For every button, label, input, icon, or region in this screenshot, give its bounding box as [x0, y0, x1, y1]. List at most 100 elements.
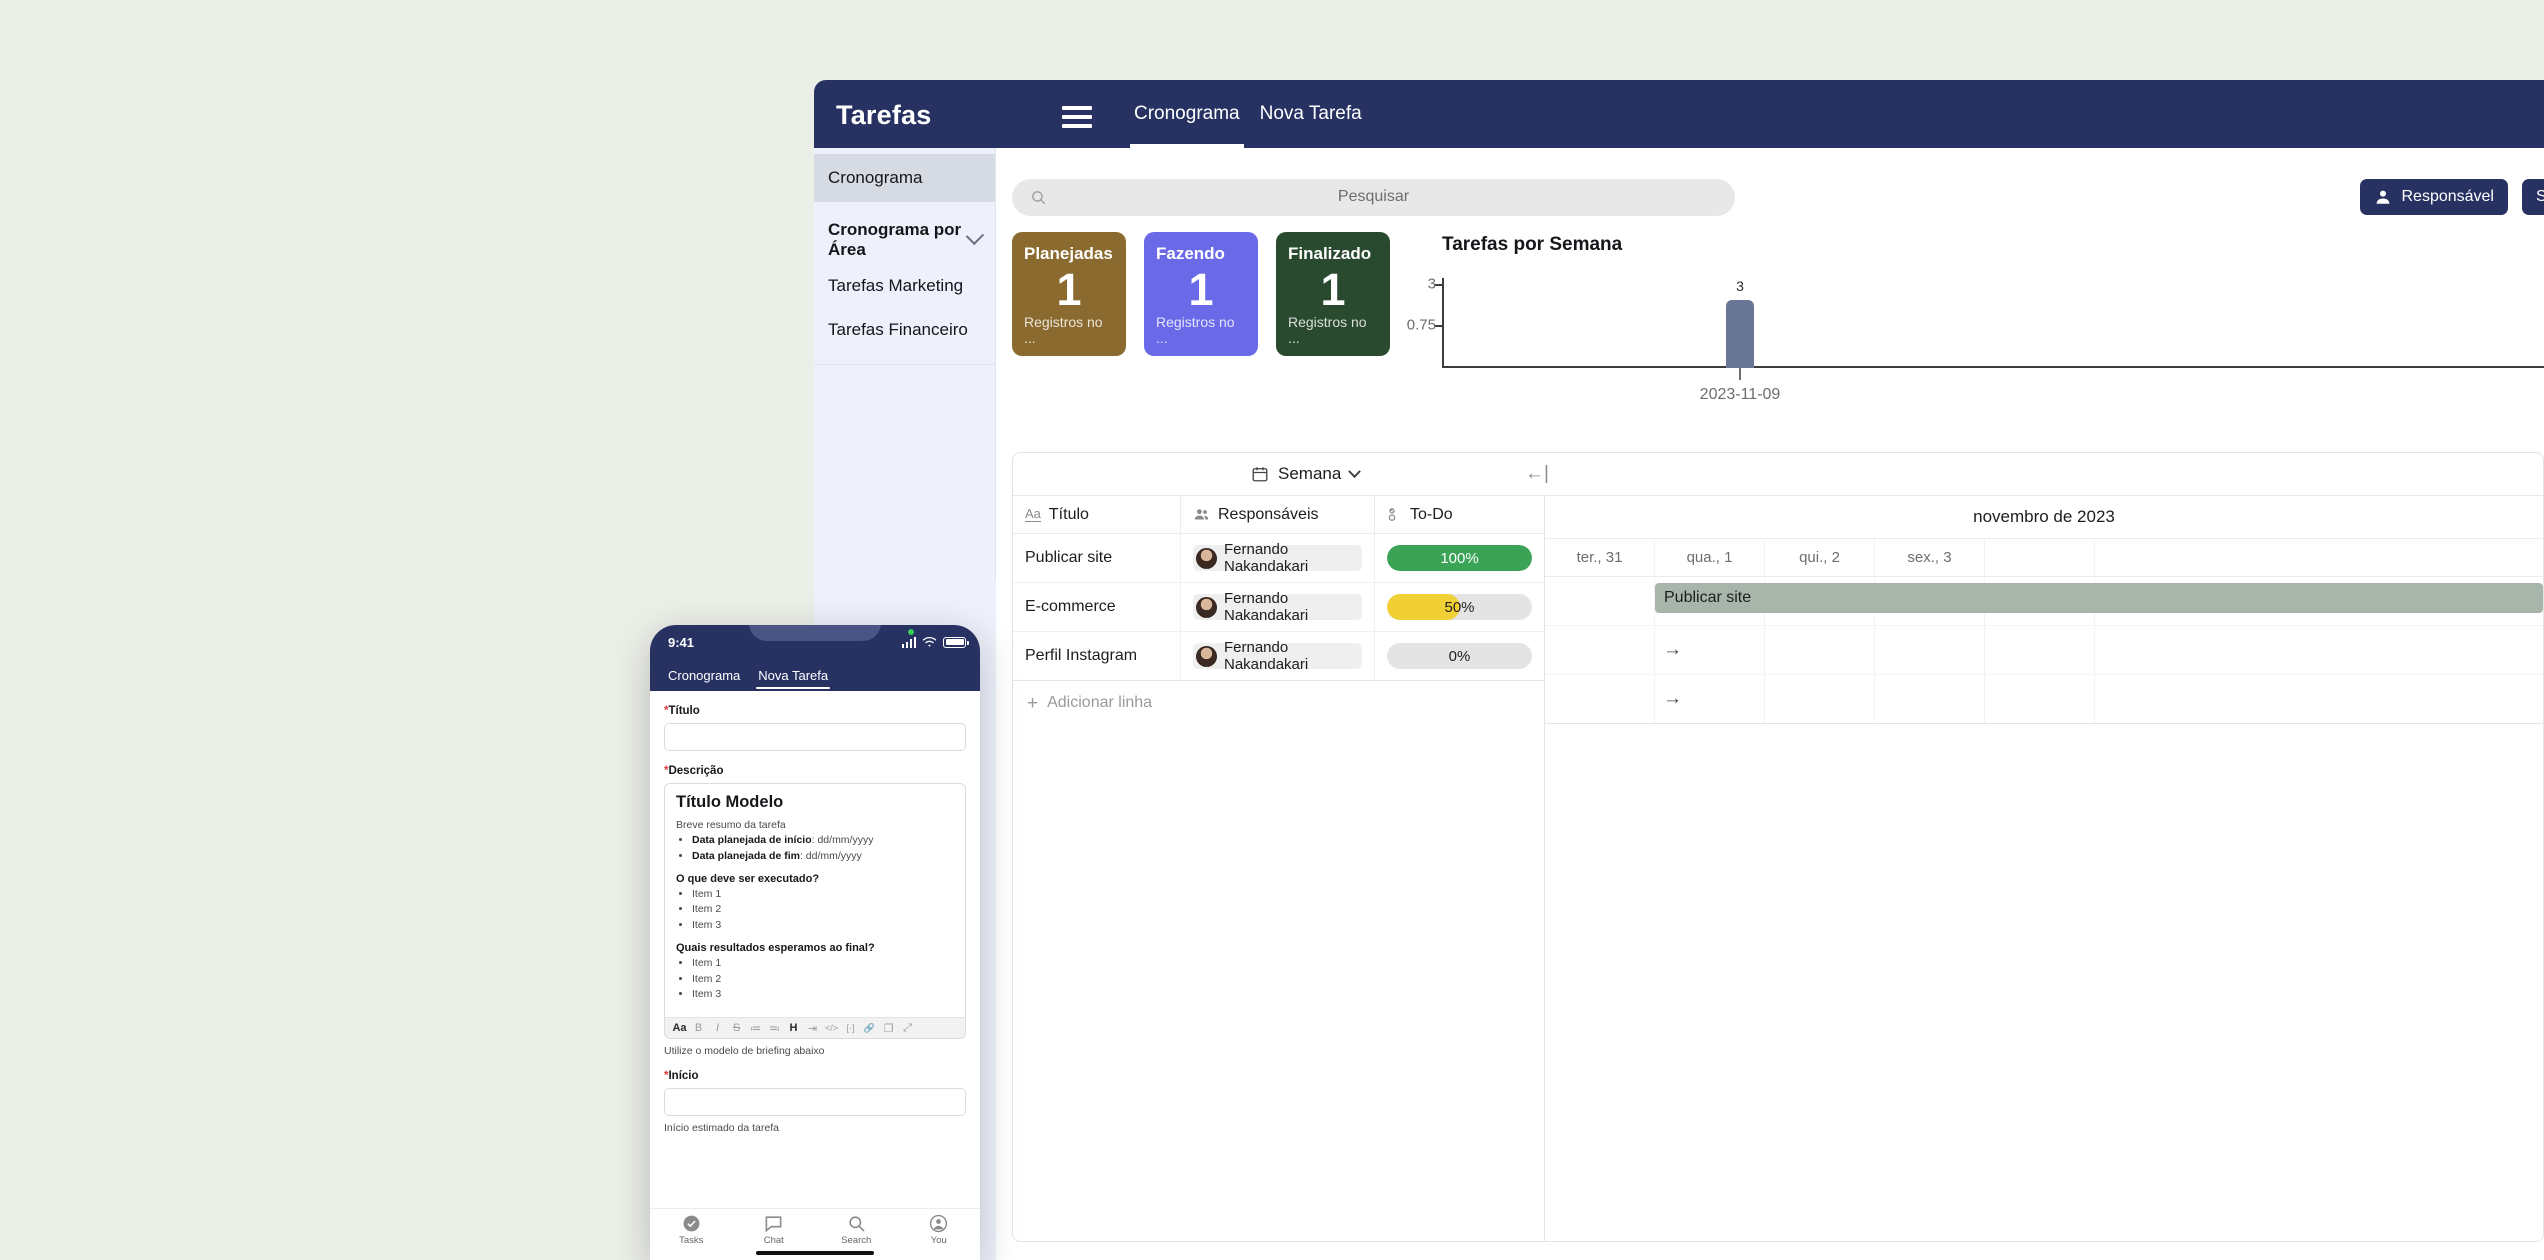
assignee-chip[interactable]: Fernando Nakandakari — [1193, 639, 1362, 673]
column-header-titulo[interactable]: Aa Título — [1013, 496, 1181, 533]
numbered-list-icon[interactable]: ≕ — [765, 1019, 784, 1038]
cell-titulo[interactable]: E-commerce — [1013, 583, 1181, 631]
wifi-icon — [922, 636, 937, 647]
bullet-list-icon[interactable]: ≔ — [746, 1019, 765, 1038]
list-item: Item 1 — [692, 956, 954, 972]
font-size-icon[interactable]: Aa — [670, 1019, 689, 1038]
gantt-bar-publicar-site[interactable]: Publicar site — [1655, 583, 2543, 613]
copy-icon[interactable]: ❐ — [879, 1019, 898, 1038]
kpi-title: Fazendo — [1156, 244, 1225, 263]
sidebar-item-tarefas-marketing[interactable]: Tarefas Marketing — [814, 264, 995, 308]
link-icon[interactable]: 🔗 — [860, 1019, 879, 1038]
gantt-cell[interactable] — [1985, 626, 2095, 674]
nav-label: Tasks — [679, 1235, 704, 1246]
cell-responsaveis[interactable]: Fernando Nakandakari — [1181, 583, 1375, 631]
nav-chat[interactable]: Chat — [733, 1214, 816, 1246]
chart-y-axis — [1442, 278, 1444, 368]
sidebar-item-cronograma[interactable]: Cronograma — [814, 154, 995, 202]
filter-responsavel-label: Responsável — [2401, 188, 2494, 205]
tab-nova-tarefa[interactable]: Nova Tarefa — [1250, 80, 1372, 148]
gantt-cell[interactable] — [1765, 626, 1875, 674]
indent-icon[interactable]: ⇥ — [803, 1019, 822, 1038]
table-row[interactable]: Publicar site Fernando Nakandakari 100% — [1013, 534, 1544, 583]
search-input[interactable]: Pesquisar — [1012, 178, 1735, 216]
assignee-chip[interactable]: Fernando Nakandakari — [1193, 541, 1362, 575]
strikethrough-icon[interactable]: S — [727, 1019, 746, 1038]
chart-ytick-1 — [1435, 284, 1444, 286]
table-row[interactable]: Perfil Instagram Fernando Nakandakari 0% — [1013, 632, 1544, 681]
inline-code-icon[interactable]: </> — [822, 1019, 841, 1038]
chart-ylabel-2: 0.75 — [1406, 316, 1436, 334]
list-item: Item 3 — [692, 918, 954, 934]
screen-root: Tarefas Cronograma Nova Tarefa Cronogram… — [0, 0, 2544, 1260]
phone-tab-nova-tarefa[interactable]: Nova Tarefa — [756, 659, 830, 691]
phone-tab-cronograma[interactable]: Cronograma — [668, 659, 740, 691]
nav-tasks[interactable]: Tasks — [650, 1214, 733, 1246]
filter-responsavel-button[interactable]: Responsável — [2360, 179, 2508, 215]
progress-bar[interactable]: 100% — [1387, 545, 1532, 571]
gantt-day: ter., 31 — [1545, 539, 1655, 576]
add-row-button[interactable]: + Adicionar linha — [1013, 681, 1544, 725]
chart-bar[interactable]: 3 — [1726, 278, 1754, 368]
tab-cronograma[interactable]: Cronograma — [1124, 80, 1250, 148]
gantt-cell[interactable] — [1545, 577, 1655, 625]
editor-section2-title: Quais resultados esperamos ao final? — [676, 941, 875, 954]
code-block-icon[interactable]: [·] — [841, 1019, 860, 1038]
cell-titulo[interactable]: Perfil Instagram — [1013, 632, 1181, 680]
period-selector[interactable]: Semana — [1251, 464, 1362, 484]
people-icon — [1194, 509, 1209, 520]
cell-todo[interactable]: 50% — [1375, 583, 1544, 631]
editor-meta-list: Data planejada de início: dd/mm/yyyy Dat… — [676, 833, 954, 865]
kpi-card-planejadas[interactable]: Planejadas 1 Registros no ... — [1012, 232, 1126, 356]
arrow-right-icon[interactable]: → — [1663, 688, 1682, 710]
home-indicator — [756, 1251, 874, 1255]
kpi-card-finalizado[interactable]: Finalizado 1 Registros no ... — [1276, 232, 1390, 356]
descricao-editor[interactable]: Título Modelo Breve resumo da tarefa Dat… — [664, 783, 966, 1039]
filter-status-button[interactable]: Sta — [2521, 179, 2544, 215]
filter-status-label: Sta — [2535, 188, 2544, 205]
cell-responsaveis[interactable]: Fernando Nakandakari — [1181, 632, 1375, 680]
editor-section2-list: Item 1 Item 2 Item 3 — [676, 956, 954, 1003]
gantt-cell[interactable] — [1545, 675, 1655, 723]
table-row[interactable]: E-commerce Fernando Nakandakari 50% — [1013, 583, 1544, 632]
chart-xtick — [1739, 368, 1741, 380]
gantt-cell[interactable] — [1545, 626, 1655, 674]
progress-bar[interactable]: 0% — [1387, 643, 1532, 669]
battery-icon — [943, 636, 969, 648]
nav-you[interactable]: You — [898, 1214, 981, 1246]
cell-todo[interactable]: 0% — [1375, 632, 1544, 680]
gantt-cell[interactable] — [1875, 626, 1985, 674]
cell-titulo[interactable]: Publicar site — [1013, 534, 1181, 582]
gantt-cell[interactable] — [1875, 675, 1985, 723]
phone-status-icons — [901, 636, 969, 648]
kpi-card-fazendo[interactable]: Fazendo 1 Registros no ... — [1144, 232, 1258, 356]
heading-icon[interactable]: H — [784, 1019, 803, 1038]
cell-todo[interactable]: 100% — [1375, 534, 1544, 582]
period-label: Semana — [1278, 464, 1342, 483]
expand-icon[interactable]: ⤢ — [898, 1019, 917, 1038]
main-content: Pesquisar Responsável Sta — [996, 148, 2544, 1260]
gantt-row: → — [1545, 626, 2543, 675]
inicio-input[interactable] — [664, 1088, 966, 1116]
gantt-cell[interactable] — [1985, 675, 2095, 723]
nav-search[interactable]: Search — [815, 1214, 898, 1246]
assignee-name: Fernando Nakandakari — [1224, 590, 1309, 624]
gantt-cell[interactable] — [1765, 675, 1875, 723]
phone-form: *Título *Descrição Título Modelo Breve r… — [650, 691, 980, 1208]
collapse-panel-button[interactable]: ←| — [1525, 463, 1549, 485]
sidebar-item-tarefas-financeiro[interactable]: Tarefas Financeiro — [814, 308, 995, 352]
column-header-responsaveis[interactable]: Responsáveis — [1181, 496, 1375, 533]
assignee-name: Fernando Nakandakari — [1224, 541, 1309, 575]
hamburger-icon[interactable] — [1062, 106, 1092, 128]
bold-icon[interactable]: B — [689, 1019, 708, 1038]
progress-bar[interactable]: 50% — [1387, 594, 1532, 620]
editor-content[interactable]: Título Modelo Breve resumo da tarefa Dat… — [665, 784, 965, 1017]
sidebar-group-cronograma-por-area[interactable]: Cronograma por Área — [814, 216, 995, 264]
assignee-chip[interactable]: Fernando Nakandakari — [1193, 590, 1362, 624]
nav-label: Search — [841, 1235, 872, 1246]
arrow-right-icon[interactable]: → — [1663, 639, 1682, 661]
italic-icon[interactable]: I — [708, 1019, 727, 1038]
titulo-input[interactable] — [664, 723, 966, 751]
cell-responsaveis[interactable]: Fernando Nakandakari — [1181, 534, 1375, 582]
column-header-todo[interactable]: To-Do — [1375, 496, 1544, 533]
